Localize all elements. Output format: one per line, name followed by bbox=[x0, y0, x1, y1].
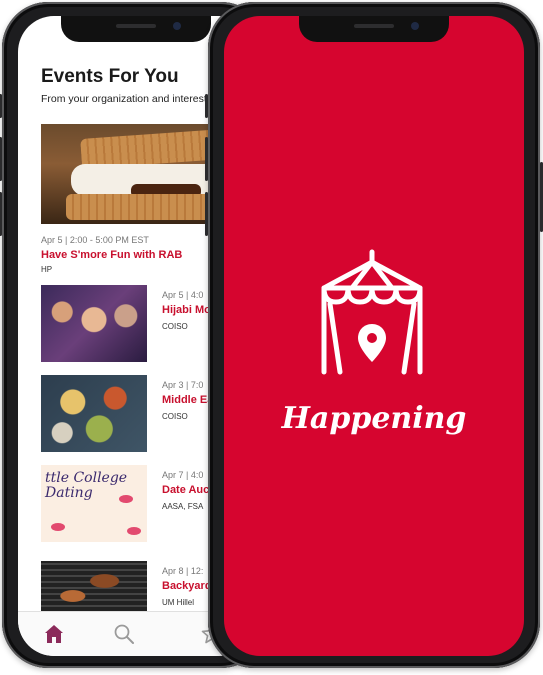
event-thumbnail: ttle College Dating bbox=[41, 465, 147, 542]
mute-switch bbox=[205, 94, 208, 118]
event-org: UM Hillel bbox=[162, 598, 194, 607]
featured-event-org: HP bbox=[41, 265, 53, 274]
event-thumbnail bbox=[41, 285, 147, 362]
notch bbox=[299, 16, 449, 42]
event-org: AASA, FSA bbox=[162, 502, 204, 511]
phone-frame-splash: Happening bbox=[205, 2, 543, 668]
volume-up-button bbox=[0, 137, 2, 181]
event-thumbnail bbox=[41, 375, 147, 452]
notch bbox=[61, 16, 211, 42]
event-org: COISO bbox=[162, 322, 188, 331]
page-subtitle: From your organization and interests bbox=[41, 93, 212, 105]
volume-up-button bbox=[205, 137, 208, 181]
tent-location-pin-icon bbox=[321, 249, 423, 375]
event-date: Apr 5 | 4:0 bbox=[162, 290, 204, 300]
home-icon bbox=[45, 625, 63, 643]
app-name-logo: Happening bbox=[281, 401, 467, 436]
splash-screen: Happening bbox=[224, 16, 524, 656]
event-date: Apr 8 | 12: bbox=[162, 566, 204, 576]
tab-search[interactable] bbox=[112, 622, 136, 646]
volume-down-button bbox=[0, 192, 2, 236]
page-title: Events For You bbox=[41, 66, 179, 87]
event-date: Apr 7 | 4:0 bbox=[162, 470, 204, 480]
event-org: COISO bbox=[162, 412, 188, 421]
mute-switch bbox=[0, 94, 2, 118]
event-title[interactable]: Backyard bbox=[162, 580, 212, 592]
event-thumbnail bbox=[41, 561, 147, 611]
featured-event-title[interactable]: Have S'more Fun with RAB bbox=[41, 249, 182, 261]
tab-home[interactable] bbox=[42, 622, 66, 646]
volume-down-button bbox=[205, 192, 208, 236]
event-title[interactable]: Middle Ea bbox=[162, 394, 213, 406]
search-icon bbox=[114, 624, 134, 644]
featured-event-date: Apr 5 | 2:00 - 5:00 PM EST bbox=[41, 235, 149, 245]
event-date: Apr 3 | 7:0 bbox=[162, 380, 204, 390]
